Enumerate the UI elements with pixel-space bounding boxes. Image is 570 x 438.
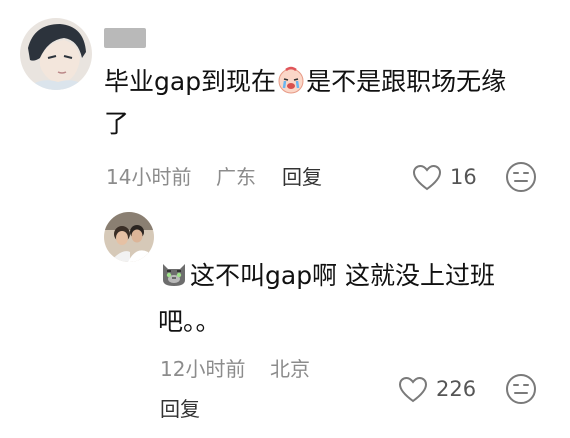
comment-text-line2: 吧。。 [158, 307, 221, 336]
reply-comment-item: 这不叫gap啊 这就没上过班 吧。。 12小时前 北京 回复 226 [0, 200, 570, 438]
avatar[interactable] [104, 212, 154, 262]
reply-button[interactable]: 回复 [160, 396, 200, 422]
dislike-face-icon[interactable] [504, 160, 538, 194]
username-redacted[interactable] [104, 28, 146, 48]
comment-time: 14小时前 [106, 165, 192, 189]
avatar[interactable] [20, 18, 92, 90]
comment-text: 这不叫gap啊 这就没上过班 [158, 256, 495, 296]
comment-location: 广东 [216, 165, 256, 189]
like-button[interactable]: 226 [396, 372, 482, 406]
like-count: 226 [436, 377, 477, 401]
comment-time: 12小时前 [160, 357, 246, 381]
comment-text-line2: 了 [104, 109, 130, 138]
reply-button[interactable]: 回复 [282, 164, 322, 190]
comment-text: 毕业gap到现在 是不是跟职场无缘 [104, 66, 507, 96]
heart-icon [412, 164, 442, 196]
like-count: 16 [450, 165, 477, 189]
like-button[interactable]: 16 [410, 160, 480, 194]
comment-location: 北京 [270, 357, 310, 381]
comment-item: 毕业gap到现在 是不是跟职场无缘 了 14小时前 广东 回复 16 [0, 0, 570, 200]
gray-cat-emoji-icon [159, 258, 189, 288]
heart-icon [398, 376, 428, 408]
dislike-face-icon[interactable] [504, 372, 538, 406]
crying-face-emoji-icon [277, 66, 305, 94]
